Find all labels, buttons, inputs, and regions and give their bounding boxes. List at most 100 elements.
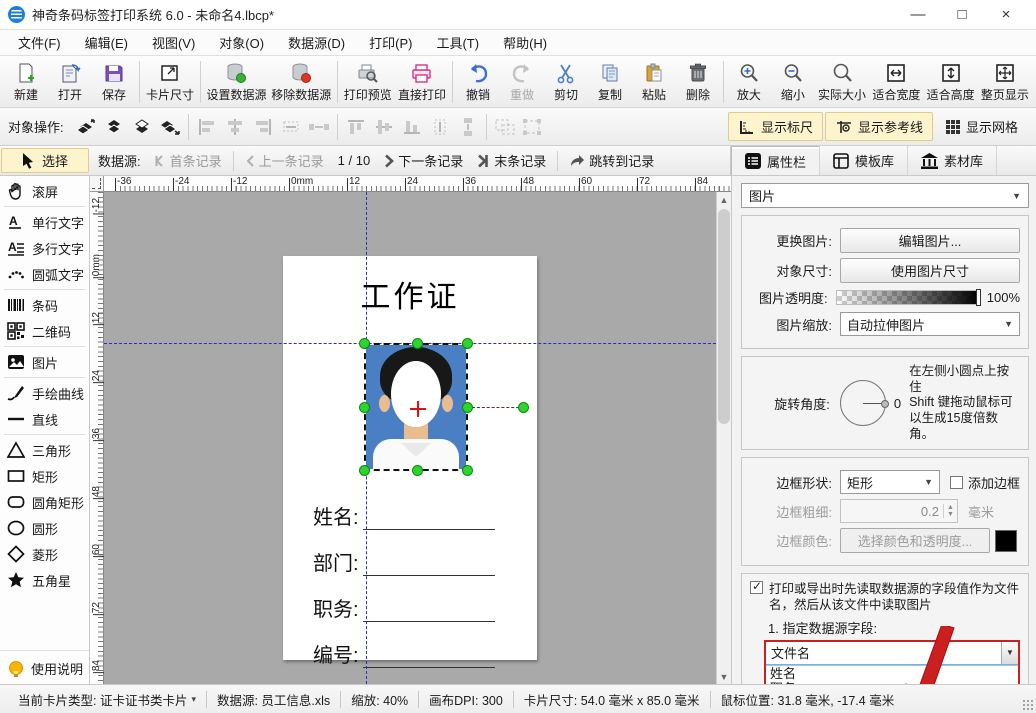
close-button[interactable]: × <box>984 1 1028 29</box>
select-tool-button[interactable]: 选择 <box>1 148 89 173</box>
minimize-button[interactable]: — <box>896 1 940 29</box>
bring-to-front-icon[interactable] <box>72 114 100 140</box>
help-button[interactable]: 使用说明 <box>0 650 89 678</box>
opacity-slider-thumb[interactable] <box>976 289 981 306</box>
border-color-button[interactable]: 选择颜色和透明度... <box>840 528 990 553</box>
spinner-arrows-icon[interactable]: ▲▼ <box>943 504 957 518</box>
menu-object[interactable]: 对象(O) <box>207 30 276 55</box>
tool-qrcode[interactable]: 二维码 <box>0 318 89 344</box>
fit-height-button[interactable]: 适合高度 <box>923 58 977 106</box>
h-spacing-icon[interactable] <box>305 114 333 140</box>
tool-scroll[interactable]: 滚屏 <box>0 178 89 204</box>
align-bottom-icon[interactable] <box>398 114 426 140</box>
show-guides-toggle[interactable]: 显示参考线 <box>825 112 933 141</box>
menu-help[interactable]: 帮助(H) <box>491 30 559 55</box>
show-grid-toggle[interactable]: 显示网格 <box>935 112 1028 141</box>
border-shape-select[interactable]: 矩形 ▼ <box>840 470 940 494</box>
align-top-icon[interactable] <box>342 114 370 140</box>
first-record-button[interactable]: 首条记录 <box>149 151 227 170</box>
menu-file[interactable]: 文件(F) <box>6 30 73 55</box>
send-backward-icon[interactable] <box>128 114 156 140</box>
tool-triangle[interactable]: 三角形 <box>0 437 89 463</box>
redo-button[interactable]: 重做 <box>500 58 544 106</box>
border-color-swatch[interactable] <box>995 530 1017 552</box>
maximize-button[interactable]: □ <box>940 1 984 29</box>
tool-line[interactable]: 直线 <box>0 406 89 432</box>
align-center-h-icon[interactable] <box>221 114 249 140</box>
tool-star[interactable]: 五角星 <box>0 567 89 593</box>
scrollbar-thumb[interactable] <box>718 209 730 424</box>
prev-record-button[interactable]: 上一条记录 <box>240 151 329 170</box>
resize-handle-n[interactable] <box>412 338 423 349</box>
last-record-button[interactable]: 末条记录 <box>472 151 551 170</box>
tool-multi-line-text[interactable]: A 多行文字 <box>0 235 89 261</box>
ungroup-icon[interactable] <box>519 114 547 140</box>
resize-handle-e[interactable] <box>462 402 473 413</box>
resize-grip[interactable] <box>1022 699 1034 711</box>
resize-handle-w[interactable] <box>359 402 370 413</box>
same-height-icon[interactable] <box>426 114 454 140</box>
save-button[interactable]: 保存 <box>92 58 136 106</box>
actual-size-button[interactable]: 实际大小 <box>815 58 869 106</box>
card-field-department[interactable]: 部门: <box>313 547 495 576</box>
delete-button[interactable]: 删除 <box>676 58 720 106</box>
tool-rectangle[interactable]: 矩形 <box>0 463 89 489</box>
tool-arc-text[interactable]: 圆弧文字 <box>0 261 89 287</box>
combo-dropdown-icon[interactable]: ▼ <box>1001 642 1018 664</box>
copy-button[interactable]: 复制 <box>588 58 632 106</box>
align-middle-icon[interactable] <box>370 114 398 140</box>
undo-button[interactable]: 撤销 <box>456 58 500 106</box>
whole-page-button[interactable]: 整页显示 <box>978 58 1032 106</box>
canvas-vertical-scrollbar[interactable]: ▲ ▼ <box>716 192 731 684</box>
rotation-handle[interactable] <box>518 402 529 413</box>
next-record-button[interactable]: 下一条记录 <box>379 151 468 170</box>
rotation-dial-dot[interactable] <box>881 400 889 408</box>
resize-handle-nw[interactable] <box>359 338 370 349</box>
image-scale-select[interactable]: 自动拉伸图片 ▼ <box>840 312 1020 336</box>
edit-image-button[interactable]: 编辑图片... <box>840 228 1020 253</box>
scroll-up-arrow[interactable]: ▲ <box>717 192 732 207</box>
resize-handle-s[interactable] <box>412 465 423 476</box>
show-ruler-toggle[interactable]: 显示标尺 <box>728 112 823 141</box>
border-width-spinner[interactable]: 0.2 ▲▼ <box>840 499 958 523</box>
zoom-out-button[interactable]: 缩小 <box>771 58 815 106</box>
align-left-icon[interactable] <box>193 114 221 140</box>
selected-photo-object[interactable] <box>364 343 468 471</box>
opacity-slider[interactable] <box>836 290 980 305</box>
set-datasource-button[interactable]: 设置数据源 <box>204 58 269 106</box>
same-width-icon[interactable] <box>277 114 305 140</box>
tab-properties[interactable]: 属性栏 <box>731 146 820 175</box>
bring-forward-icon[interactable] <box>100 114 128 140</box>
use-image-size-button[interactable]: 使用图片尺寸 <box>840 258 1020 283</box>
tool-image[interactable]: 图片 <box>0 349 89 375</box>
tool-freehand-curve[interactable]: 手绘曲线 <box>0 380 89 406</box>
menu-print[interactable]: 打印(P) <box>357 30 424 55</box>
card-title-text[interactable]: 工作证 <box>283 272 537 316</box>
tool-rounded-rectangle[interactable]: 圆角矩形 <box>0 489 89 515</box>
resize-handle-se[interactable] <box>462 465 473 476</box>
group-icon[interactable] <box>491 114 519 140</box>
menu-edit[interactable]: 编辑(E) <box>73 30 140 55</box>
open-button[interactable]: 打开 <box>48 58 92 106</box>
v-spacing-icon[interactable] <box>454 114 482 140</box>
tool-circle[interactable]: 圆形 <box>0 515 89 541</box>
direct-print-button[interactable]: 直接打印 <box>395 58 449 106</box>
new-button[interactable]: 新建 <box>4 58 48 106</box>
print-preview-button[interactable]: 打印预览 <box>341 58 395 106</box>
send-to-back-icon[interactable] <box>156 114 184 140</box>
menu-view[interactable]: 视图(V) <box>140 30 207 55</box>
tab-templates[interactable]: 模板库 <box>820 146 908 175</box>
cut-button[interactable]: 剪切 <box>544 58 588 106</box>
add-border-checkbox[interactable] <box>950 476 963 489</box>
fit-width-button[interactable]: 适合宽度 <box>869 58 923 106</box>
tab-materials[interactable]: 素材库 <box>908 146 997 175</box>
status-card-type[interactable]: 当前卡片类型: 证卡证书类卡片▾ <box>8 690 206 709</box>
menu-datasource[interactable]: 数据源(D) <box>276 30 357 55</box>
card-size-button[interactable]: 卡片尺寸 <box>143 58 197 106</box>
object-type-select[interactable]: 图片 ▼ <box>741 183 1029 208</box>
card-field-name[interactable]: 姓名: <box>313 501 495 530</box>
card-field-number[interactable]: 编号: <box>313 639 495 668</box>
resize-handle-sw[interactable] <box>359 465 370 476</box>
tool-barcode[interactable]: 条码 <box>0 292 89 318</box>
resize-handle-ne[interactable] <box>462 338 473 349</box>
